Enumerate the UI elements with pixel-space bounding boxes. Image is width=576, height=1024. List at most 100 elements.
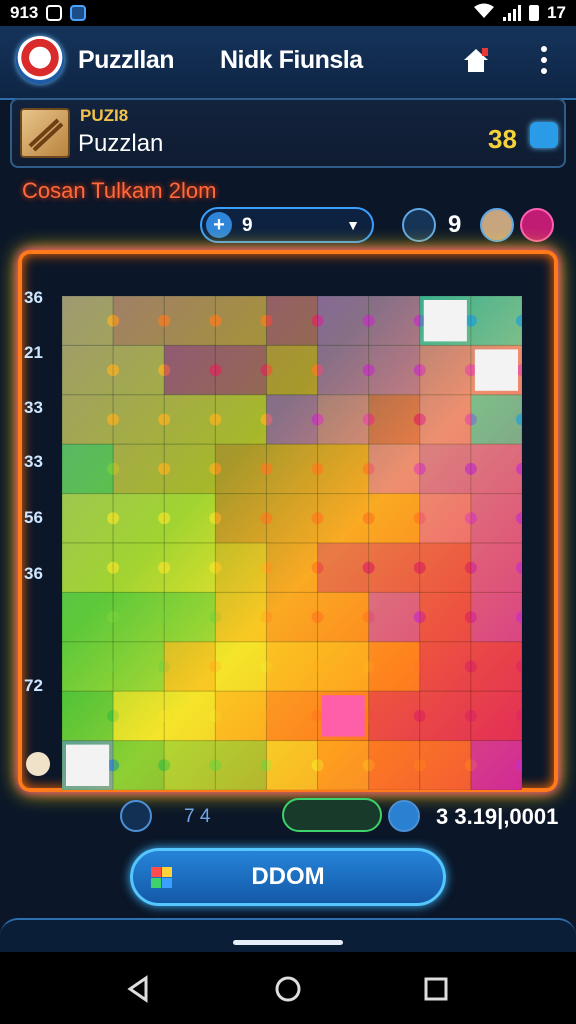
puzzle-piece[interactable] [61, 542, 114, 593]
puzzle-piece[interactable] [214, 690, 267, 742]
main-action-button[interactable]: DDOM [130, 848, 446, 906]
empty-slot[interactable] [474, 349, 518, 391]
puzzle-piece[interactable] [419, 591, 472, 643]
puzzle-piece[interactable] [214, 641, 267, 692]
puzzle-piece[interactable] [265, 591, 319, 643]
puzzle-piece[interactable] [163, 641, 216, 692]
puzzle-piece[interactable] [163, 591, 216, 643]
puzzle-piece[interactable] [61, 295, 114, 346]
puzzle-piece[interactable] [112, 641, 165, 692]
puzzle-piece[interactable] [214, 542, 267, 593]
puzzle-piece[interactable] [317, 591, 370, 643]
empty-slot[interactable] [423, 300, 467, 342]
puzzle-piece[interactable] [214, 394, 267, 445]
target-icon[interactable] [520, 208, 554, 242]
square-recents-icon[interactable] [421, 974, 451, 1004]
puzzle-piece[interactable] [61, 443, 114, 495]
puzzle-piece[interactable] [419, 740, 472, 791]
puzzle-piece[interactable] [61, 591, 114, 643]
back-icon[interactable] [124, 974, 154, 1004]
puzzle-piece[interactable] [368, 493, 421, 544]
puzzle-piece[interactable] [368, 740, 421, 791]
puzzle-piece[interactable] [112, 690, 165, 742]
puzzle-piece[interactable] [317, 641, 370, 692]
puzzle-piece[interactable] [419, 443, 472, 495]
puzzle-piece[interactable] [163, 740, 216, 791]
puzzle-piece[interactable] [163, 493, 216, 544]
puzzle-piece[interactable] [265, 493, 319, 544]
puzzle-piece[interactable] [470, 740, 523, 791]
puzzle-piece[interactable] [163, 443, 216, 495]
puzzle-piece[interactable] [112, 542, 165, 593]
puzzle-piece[interactable] [470, 690, 523, 742]
empty-slot[interactable] [66, 744, 110, 786]
puzzle-piece[interactable] [112, 344, 165, 396]
puzzle-piece[interactable] [368, 542, 421, 593]
puzzle-piece[interactable] [470, 591, 523, 643]
puzzle-piece[interactable] [214, 591, 267, 643]
home-icon[interactable] [460, 44, 492, 76]
chat-icon[interactable] [530, 122, 558, 148]
puzzle-piece[interactable] [368, 344, 421, 396]
players-icon[interactable] [402, 208, 436, 242]
puzzle-piece[interactable] [163, 295, 216, 346]
puzzle-piece[interactable] [470, 443, 523, 495]
puzzle-piece[interactable] [265, 394, 319, 445]
puzzle-piece[interactable] [112, 443, 165, 495]
puzzle-piece[interactable] [368, 690, 421, 742]
puzzle-piece[interactable] [112, 740, 165, 791]
puzzle-piece[interactable] [265, 295, 319, 346]
puzzle-piece[interactable] [112, 591, 165, 643]
puzzle-piece[interactable] [470, 394, 523, 445]
puzzle-piece[interactable] [214, 443, 267, 495]
puzzle-piece[interactable] [317, 344, 370, 396]
hint-icon[interactable] [26, 752, 50, 776]
layers-icon[interactable] [120, 800, 152, 832]
avatar-icon[interactable] [480, 208, 514, 242]
puzzle-piece[interactable] [317, 740, 370, 791]
puzzle-piece[interactable] [214, 295, 267, 346]
puzzle-piece[interactable] [419, 493, 472, 544]
puzzle-piece[interactable] [368, 591, 421, 643]
puzzle-piece[interactable] [470, 493, 523, 544]
puzzle-piece[interactable] [214, 493, 267, 544]
puzzle-piece[interactable] [61, 344, 114, 396]
puzzle-piece[interactable] [317, 443, 370, 495]
puzzle-piece[interactable] [214, 344, 267, 396]
puzzle-piece[interactable] [265, 542, 319, 593]
puzzle-piece[interactable] [317, 295, 370, 346]
puzzle-piece[interactable] [265, 443, 319, 495]
pieces-toggle[interactable] [282, 798, 382, 832]
puzzle-piece[interactable] [163, 690, 216, 742]
puzzle-piece[interactable] [61, 493, 114, 544]
app-logo[interactable] [16, 36, 64, 84]
puzzle-piece[interactable] [419, 641, 472, 692]
puzzle-piece[interactable] [317, 394, 370, 445]
puzzle-pieces[interactable] [61, 295, 528, 791]
puzzle-piece[interactable] [368, 641, 421, 692]
home-indicator[interactable] [233, 940, 343, 945]
puzzle-info-card[interactable]: PUZI8 Puzzlan 38 [10, 98, 566, 168]
puzzle-piece[interactable] [214, 740, 267, 791]
puzzle-piece[interactable] [163, 394, 216, 445]
puzzle-piece[interactable] [112, 493, 165, 544]
puzzle-piece[interactable] [470, 542, 523, 593]
puzzle-piece[interactable] [368, 394, 421, 445]
puzzle-piece[interactable] [419, 394, 472, 445]
puzzle-piece[interactable] [317, 542, 370, 593]
puzzle-piece[interactable] [419, 690, 472, 742]
puzzle-piece[interactable] [61, 690, 114, 742]
puzzle-piece[interactable] [368, 443, 421, 495]
puzzle-piece[interactable] [419, 542, 472, 593]
puzzle-piece[interactable] [265, 740, 319, 791]
puzzle-piece[interactable] [61, 394, 114, 445]
share-icon[interactable] [388, 800, 420, 832]
puzzle-piece[interactable] [61, 641, 114, 692]
puzzle-piece[interactable] [112, 394, 165, 445]
puzzle-piece[interactable] [265, 641, 319, 692]
puzzle-piece[interactable] [317, 493, 370, 544]
puzzle-piece[interactable] [112, 295, 165, 346]
circle-home-icon[interactable] [273, 974, 303, 1004]
search-selector[interactable]: + 9 ▼ [200, 207, 374, 243]
puzzle-piece[interactable] [163, 344, 216, 396]
